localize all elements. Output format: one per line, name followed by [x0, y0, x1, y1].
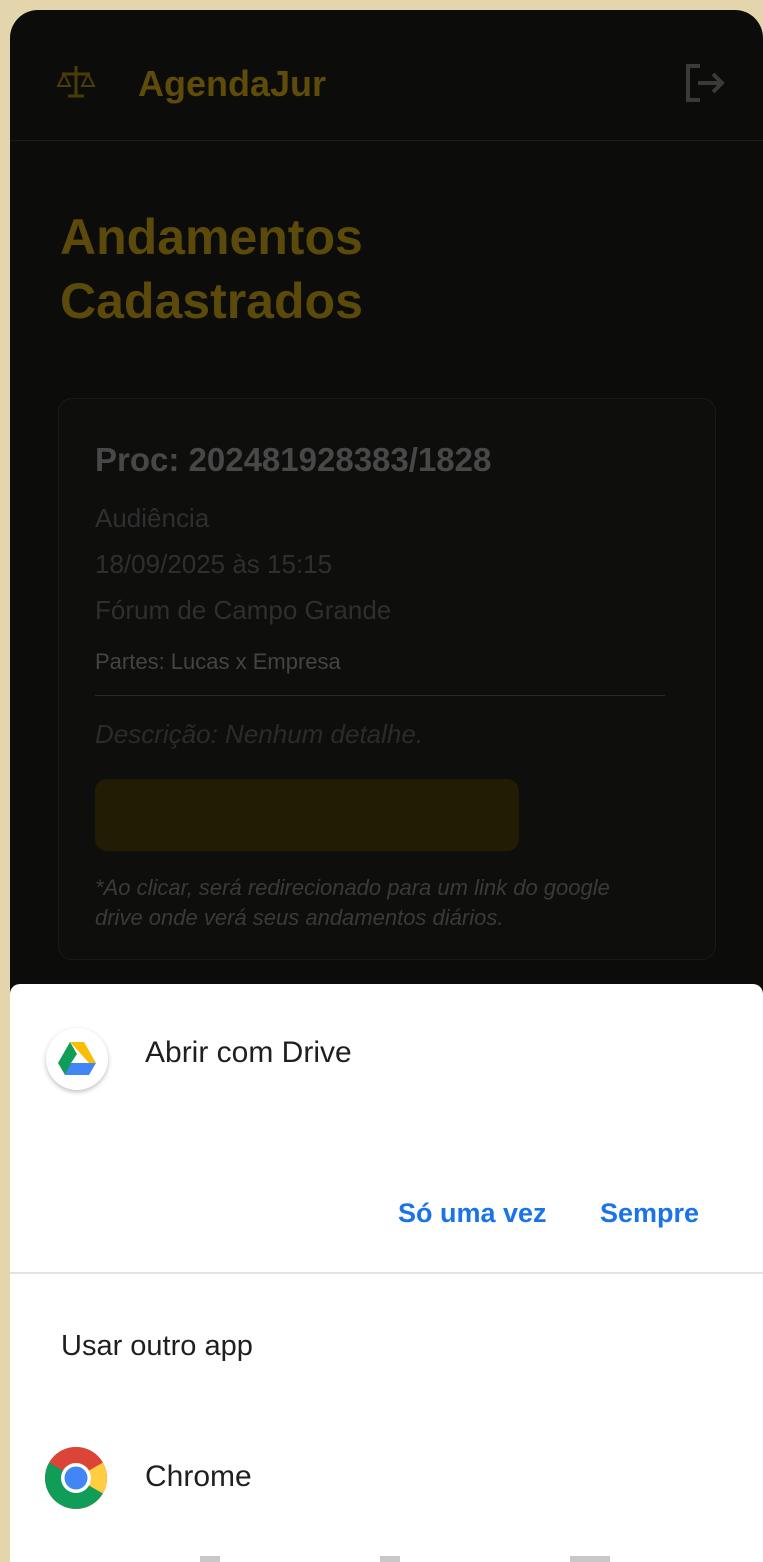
- just-once-button[interactable]: Só uma vez: [398, 1198, 547, 1229]
- andamento-partes: Partes: Lucas x Empresa: [95, 649, 341, 674]
- other-app-heading: Usar outro app: [61, 1330, 253, 1362]
- open-drive-button[interactable]: [95, 779, 519, 851]
- andamento-description: Descrição: Nenhum detalhe.: [95, 719, 424, 749]
- open-drive-button-label: [95, 801, 519, 829]
- nav-back-hint: [200, 1556, 220, 1562]
- always-button[interactable]: Sempre: [600, 1198, 699, 1229]
- scales-of-justice-icon: [56, 66, 96, 98]
- nav-home-hint: [380, 1556, 400, 1562]
- andamento-card: Proc: 202481928383/1828 Audiência 18/09/…: [58, 398, 716, 960]
- page-title: Andamentos Cadastrados: [60, 209, 363, 329]
- app-option-chrome[interactable]: Chrome: [10, 1424, 763, 1534]
- google-drive-icon: [46, 1028, 108, 1090]
- card-divider: [95, 695, 665, 696]
- app-name: AgendaJur: [138, 63, 327, 104]
- andamento-type: Audiência: [95, 503, 210, 533]
- process-number: Proc: 202481928383/1828: [95, 441, 492, 478]
- nav-recents-hint: [570, 1556, 610, 1562]
- phone-screen: AgendaJur Andamentos Cadastrados Proc: 2…: [10, 10, 763, 1562]
- logout-icon[interactable]: [682, 60, 728, 106]
- sheet-divider: [10, 1272, 763, 1274]
- open-with-sheet: Abrir com Drive Só uma vez Sempre Usar o…: [10, 984, 763, 1562]
- andamento-datetime: 18/09/2025 às 15:15: [95, 549, 333, 579]
- app-header: AgendaJur: [10, 10, 763, 141]
- chrome-icon: [45, 1447, 107, 1509]
- redirect-note: *Ao clicar, será redirecionado para um l…: [95, 875, 610, 930]
- chrome-label: Chrome: [145, 1460, 252, 1493]
- sheet-title: Abrir com Drive: [145, 1036, 352, 1069]
- andamento-location: Fórum de Campo Grande: [95, 595, 392, 625]
